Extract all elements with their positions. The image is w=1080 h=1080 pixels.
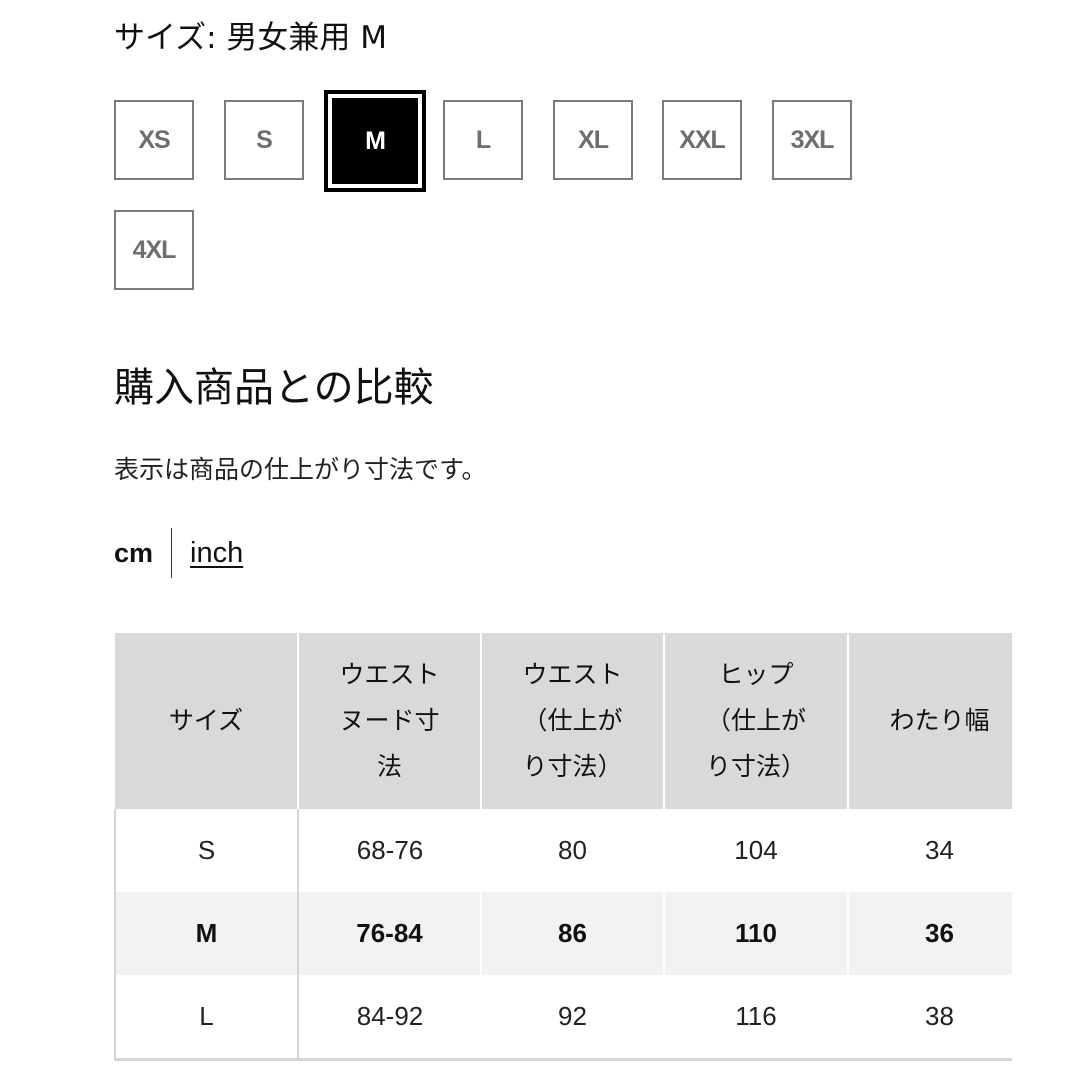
cell-waist-finished: 92 (481, 975, 664, 1061)
cell-hip: 116 (664, 975, 848, 1061)
size-comparison-table: サイズ ウエスト ヌード寸 法 ウエスト （仕上が り寸法） ヒップ （仕上が … (114, 633, 1012, 1061)
unit-cm-active[interactable]: cm (114, 538, 153, 569)
table-row-selected: M 76-84 86 110 36 (114, 892, 1012, 975)
cell-thigh: 38 (848, 975, 1012, 1061)
table-row: L 84-92 92 116 38 (114, 975, 1012, 1061)
comparison-heading: 購入商品との比較 (114, 365, 434, 411)
measurement-note: 表示は商品の仕上がり寸法です。 (114, 455, 487, 484)
cell-waist-nude: 84-92 (298, 975, 481, 1061)
cell-hip: 104 (734, 835, 778, 865)
cell-waist-finished: 86 (481, 892, 665, 975)
header-waist-finished: ウエスト （仕上が り寸法） (481, 633, 665, 809)
unit-inch-link[interactable]: inch (190, 537, 243, 570)
cell-size: L (114, 975, 299, 1061)
size-option-s[interactable]: S (224, 100, 304, 180)
unit-divider (171, 528, 173, 578)
size-option-l[interactable]: L (443, 100, 523, 180)
table-header-row: サイズ ウエスト ヌード寸 法 ウエスト （仕上が り寸法） ヒップ （仕上が … (115, 633, 1012, 809)
header-hip: ヒップ （仕上が り寸法） (664, 633, 849, 809)
unit-toggle: cm inch (114, 528, 243, 578)
cell-size: M (114, 892, 299, 975)
table-row: S 68-76 80 104 34 (114, 809, 1012, 892)
size-option-m-label: M (332, 98, 418, 184)
size-selection-label: サイズ: 男女兼用 M (114, 20, 387, 56)
header-thigh-width: わたり幅 (848, 633, 1012, 809)
cell-waist-nude: 68-76 (356, 835, 424, 865)
cell-waist-finished: 80 (558, 835, 587, 865)
size-option-3xl[interactable]: 3XL (772, 100, 852, 180)
size-option-4xl[interactable]: 4XL (114, 210, 194, 290)
size-option-m-selected[interactable]: M (324, 90, 426, 192)
cell-hip: 110 (664, 892, 849, 975)
size-option-xl[interactable]: XL (553, 100, 633, 180)
cell-thigh: 34 (925, 835, 954, 865)
cell-waist-nude: 76-84 (298, 892, 482, 975)
header-size: サイズ (115, 633, 299, 809)
size-option-xs[interactable]: XS (114, 100, 194, 180)
cell-thigh: 36 (848, 892, 1012, 975)
cell-size: S (114, 809, 299, 892)
size-option-xxl[interactable]: XXL (662, 100, 742, 180)
header-waist-nude: ウエスト ヌード寸 法 (298, 633, 482, 809)
